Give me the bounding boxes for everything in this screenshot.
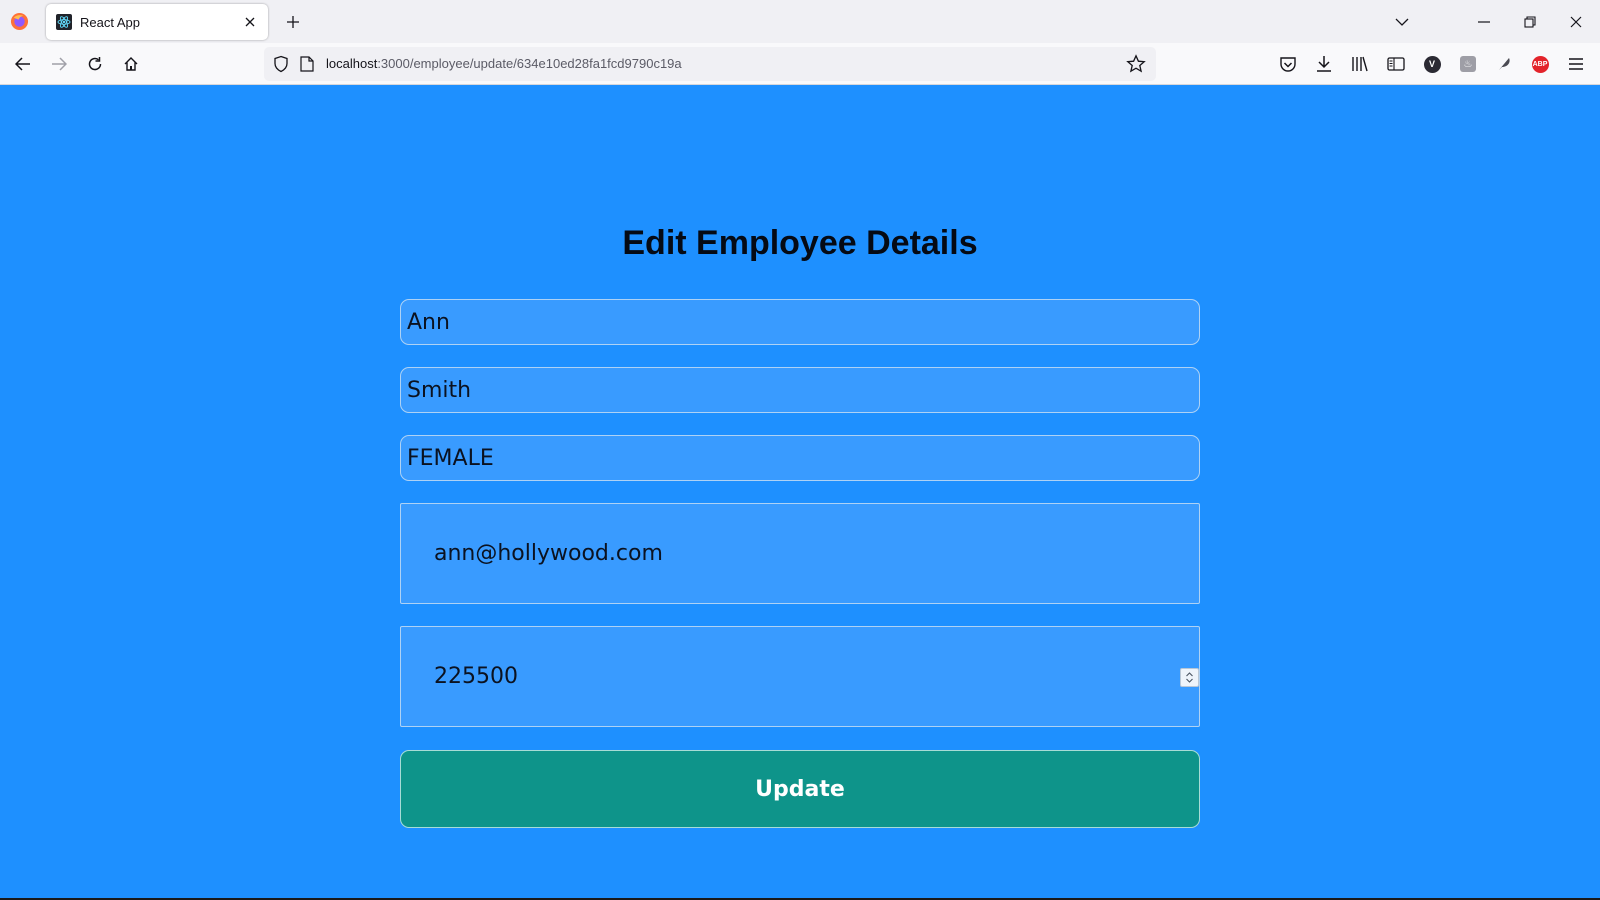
gender-value: FEMALE — [407, 445, 494, 471]
extension-puzzle-glyph: ♨ — [1460, 56, 1476, 72]
reload-icon[interactable] — [81, 50, 109, 78]
tab-title: React App — [80, 14, 140, 30]
firefox-logo-icon[interactable] — [10, 12, 29, 31]
url-path: :3000/employee/update/634e10ed28fa1fcd97… — [377, 56, 682, 71]
extension-v-icon[interactable]: V — [1421, 53, 1443, 75]
close-window-icon[interactable] — [1556, 6, 1596, 38]
page-title: Edit Employee Details — [622, 224, 978, 262]
extension-feather-icon[interactable] — [1493, 53, 1515, 75]
url-text[interactable]: localhost:3000/employee/update/634e10ed2… — [326, 56, 682, 71]
extension-v-badge: V — [1423, 55, 1441, 73]
address-bar[interactable]: localhost:3000/employee/update/634e10ed2… — [264, 47, 1156, 81]
url-host: localhost — [326, 56, 378, 71]
tracking-shield-icon[interactable] — [272, 55, 290, 73]
downloads-icon[interactable] — [1313, 53, 1335, 75]
bookmark-star-icon[interactable] — [1126, 54, 1146, 74]
adblock-plus-badge: ABP — [1531, 55, 1549, 73]
email-value: ann@hollywood.com — [434, 541, 663, 566]
forward-arrow-icon[interactable] — [45, 50, 73, 78]
close-tab-icon[interactable] — [238, 10, 262, 34]
library-icon[interactable] — [1349, 53, 1371, 75]
first-name-field[interactable]: Ann — [400, 299, 1200, 345]
stepper-arrows-icon[interactable] — [1185, 671, 1194, 684]
browser-toolbar: localhost:3000/employee/update/634e10ed2… — [0, 43, 1600, 85]
adblock-plus-icon[interactable]: ABP — [1529, 53, 1551, 75]
browser-tab-active[interactable]: React App — [46, 4, 268, 40]
salary-value: 225500 — [434, 664, 518, 689]
pocket-icon[interactable] — [1277, 53, 1299, 75]
extension-puzzle-icon[interactable]: ♨ — [1457, 53, 1479, 75]
email-field[interactable]: ann@hollywood.com — [400, 503, 1200, 604]
last-name-value: Smith — [407, 377, 472, 403]
sidebar-icon[interactable] — [1385, 53, 1407, 75]
last-name-field[interactable]: Smith — [400, 367, 1200, 413]
restore-icon[interactable] — [1510, 6, 1550, 38]
first-name-value: Ann — [407, 309, 450, 335]
number-stepper[interactable] — [1180, 668, 1199, 687]
hamburger-menu-icon[interactable] — [1565, 53, 1587, 75]
update-button[interactable]: Update — [400, 750, 1200, 828]
browser-tab-bar: React App — [0, 0, 1600, 43]
salary-field[interactable]: 225500 — [400, 626, 1200, 727]
minimize-icon[interactable] — [1464, 6, 1504, 38]
page-info-icon[interactable] — [300, 56, 316, 72]
list-all-tabs-icon[interactable] — [1382, 6, 1422, 38]
new-tab-icon[interactable] — [280, 9, 306, 35]
home-icon[interactable] — [117, 50, 145, 78]
react-favicon-icon — [56, 14, 72, 30]
back-arrow-icon[interactable] — [9, 50, 37, 78]
gender-field[interactable]: FEMALE — [400, 435, 1200, 481]
